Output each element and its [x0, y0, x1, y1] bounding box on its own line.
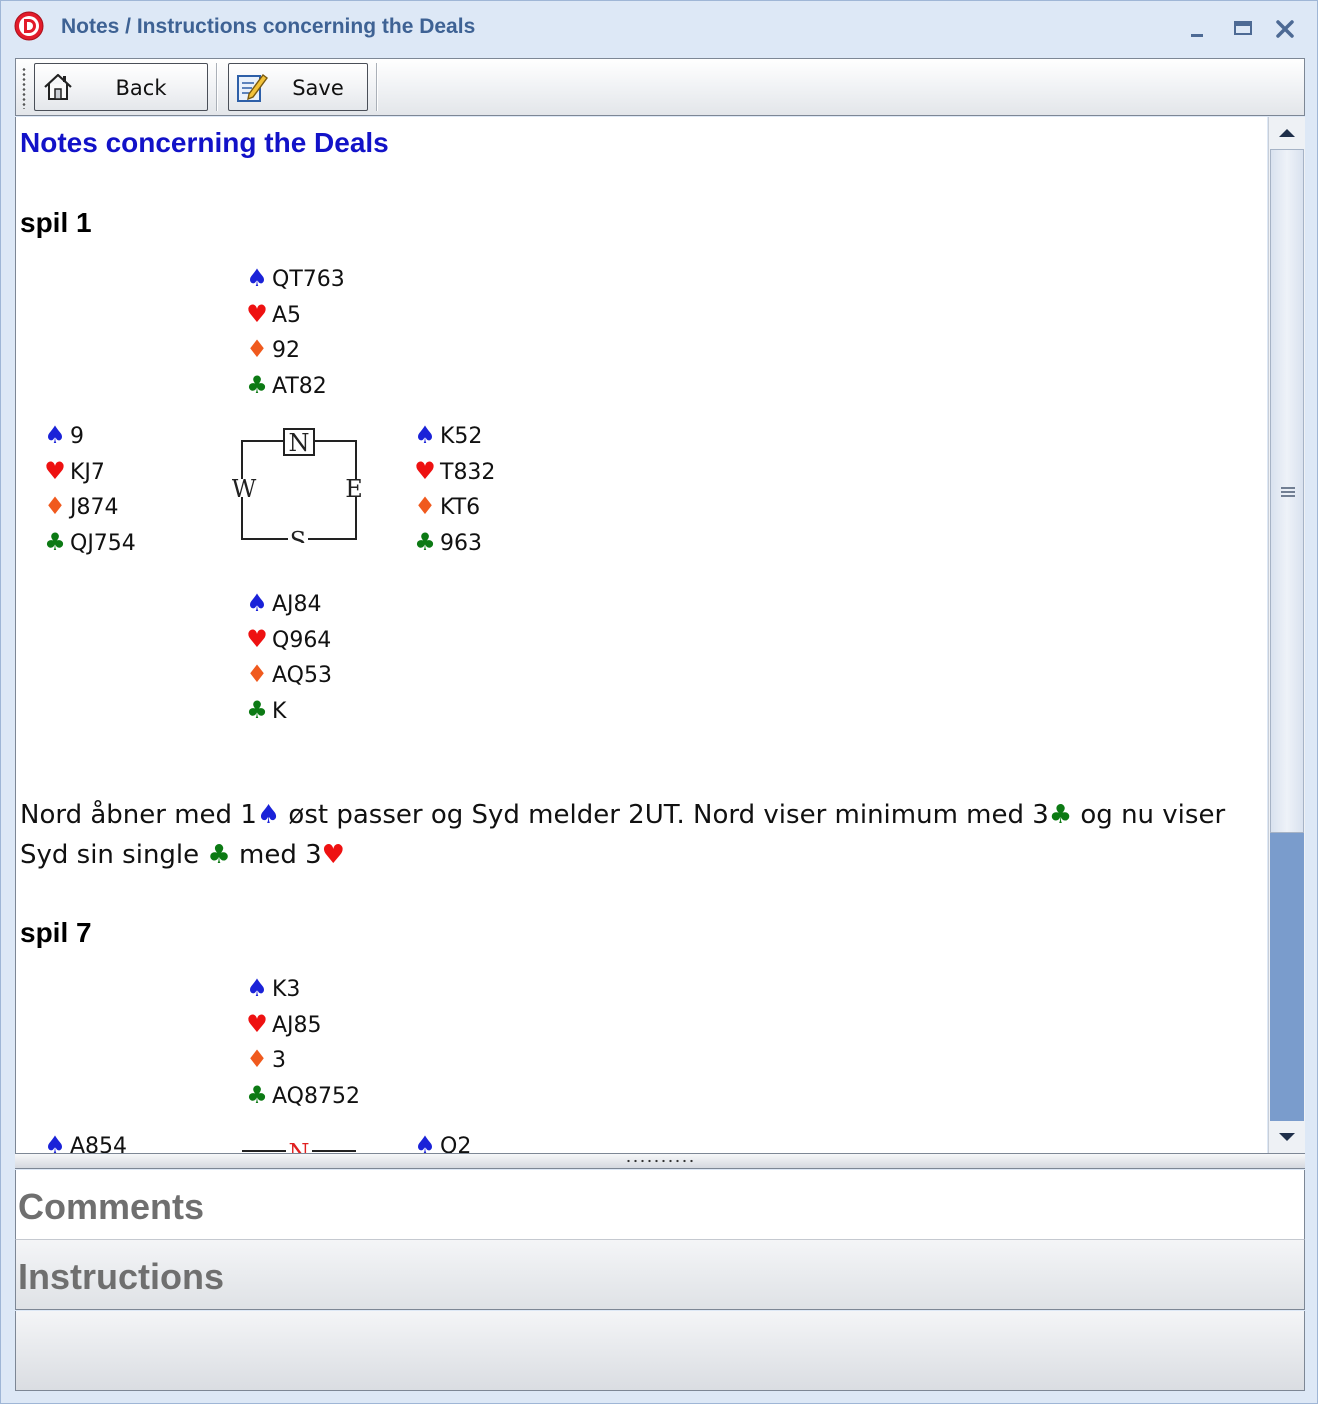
heart-icon: ♥ [246, 624, 268, 653]
north-diamonds: 92 [272, 338, 300, 363]
north-clubs: AT82 [272, 373, 327, 399]
compass-north-label: N [289, 429, 310, 457]
deal-note: Nord åbner med 1♠ øst passer og Syd meld… [20, 795, 1264, 875]
club-icon: ♣ [207, 840, 231, 870]
document-title: Notes concerning the Deals [20, 127, 389, 158]
splitter-grip [625, 1159, 695, 1163]
compass-diagram: N W E S [232, 428, 363, 543]
hand-west: ♠ 9 ♥ KJ7 ♦ J874 ♣ QJ754 [40, 420, 136, 562]
diamond-icon: ♦ [44, 492, 66, 520]
app-window: Notes / Instructions concerning the Deal… [0, 0, 1318, 1404]
hand-east: ♠ Q2 [410, 1130, 471, 1153]
deal-title: spil 1 [20, 207, 92, 238]
spade-icon: ♠ [246, 589, 268, 617]
instructions-panel-header[interactable]: Instructions [15, 1240, 1305, 1310]
compass-east-label: E [345, 475, 363, 503]
north-spades: QT763 [272, 267, 345, 292]
edit-document-icon [237, 74, 268, 102]
diamond-icon: ♦ [414, 492, 436, 520]
diamond-icon: ♦ [246, 335, 268, 363]
north-hearts: A5 [272, 302, 302, 328]
app-logo-icon [14, 11, 44, 41]
comments-panel-header[interactable]: Comments [15, 1170, 1305, 1240]
hand-south: ♠ AJ84 ♥ Q964 ♦ AQ53 ♣ K [242, 588, 332, 730]
south-spades: AJ84 [272, 592, 322, 617]
diamond-icon: ♦ [246, 1045, 268, 1073]
pane-splitter[interactable] [15, 1153, 1305, 1169]
spade-icon: ♠ [44, 421, 66, 449]
club-icon: ♣ [246, 1080, 268, 1109]
north-hearts: AJ85 [272, 1012, 322, 1038]
east-clubs: 963 [440, 530, 482, 556]
scroll-up-button[interactable] [1269, 117, 1305, 149]
east-diamonds: KT6 [440, 495, 481, 520]
minimize-button[interactable] [1183, 15, 1211, 43]
close-button[interactable] [1271, 15, 1299, 43]
heart-icon: ♥ [321, 840, 345, 870]
scroll-down-button[interactable] [1269, 1121, 1305, 1153]
south-hearts: Q964 [272, 627, 332, 653]
club-icon: ♣ [1048, 800, 1073, 830]
south-diamonds: AQ53 [272, 663, 332, 688]
club-icon: ♣ [246, 370, 268, 399]
save-button-label: Save [292, 76, 344, 100]
hand-north: ♠ QT763 ♥ A5 ♦ 92 ♣ AT82 [242, 263, 345, 405]
diamond-icon: ♦ [246, 660, 268, 688]
west-diamonds: J874 [70, 495, 119, 520]
toolbar-separator [216, 63, 218, 111]
hand-east: ♠ K52 ♥ T832 ♦ KT6 ♣ 963 [410, 420, 495, 562]
notes-content-pane[interactable]: Notes concerning the Deals spil 1 ♠ QT763… [15, 117, 1267, 1153]
bottom-panel-area [15, 1311, 1305, 1391]
south-clubs: K [272, 698, 287, 724]
grip-lines-icon [1281, 487, 1295, 497]
west-clubs: QJ754 [70, 530, 136, 556]
compass-diagram: N [242, 1139, 356, 1153]
hand-west: ♠ A854 [40, 1130, 127, 1153]
note-text: Nord åbner med 1 [20, 800, 257, 830]
heart-icon: ♥ [414, 456, 436, 485]
deal-title: spil 7 [20, 917, 92, 948]
heart-icon: ♥ [44, 456, 66, 485]
east-spades: Q2 [440, 1134, 472, 1153]
spade-icon: ♠ [414, 421, 436, 449]
spade-icon: ♠ [246, 974, 268, 1002]
compass-north-label: N [289, 1139, 310, 1153]
hand-north: ♠ K3 ♥ AJ85 ♦ 3 ♣ AQ8752 [242, 973, 360, 1115]
heart-icon: ♥ [246, 299, 268, 328]
note-text: med 3 [230, 840, 322, 870]
scroll-track[interactable] [1270, 149, 1304, 1121]
heart-icon: ♥ [246, 1009, 268, 1038]
club-icon: ♣ [246, 695, 268, 724]
compass-west-label: W [232, 475, 257, 503]
back-button[interactable]: Back [34, 63, 208, 111]
west-spades: A854 [70, 1134, 128, 1153]
north-diamonds: 3 [272, 1048, 286, 1073]
spade-icon: ♠ [256, 800, 281, 830]
toolbar-grip[interactable] [22, 67, 26, 109]
spade-icon: ♠ [246, 264, 268, 292]
spade-icon: ♠ [414, 1131, 436, 1153]
vertical-scrollbar[interactable] [1268, 117, 1305, 1153]
maximize-button[interactable] [1229, 15, 1257, 43]
back-button-label: Back [115, 76, 167, 100]
north-clubs: AQ8752 [272, 1083, 360, 1109]
toolbar: Back Save [15, 58, 1305, 116]
east-hearts: T832 [440, 459, 496, 485]
compass-south-label: S [290, 527, 306, 543]
window-title: Notes / Instructions concerning the Deal… [61, 15, 476, 38]
spade-icon: ♠ [44, 1131, 66, 1153]
save-button[interactable]: Save [228, 63, 368, 111]
club-icon: ♣ [414, 527, 436, 556]
club-icon: ♣ [44, 527, 66, 556]
east-spades: K52 [440, 424, 483, 449]
west-hearts: KJ7 [70, 459, 105, 485]
north-spades: K3 [272, 977, 301, 1002]
home-icon [44, 73, 72, 100]
scroll-thumb[interactable] [1270, 149, 1304, 833]
toolbar-separator [376, 63, 378, 111]
note-text: øst passer og Syd melder 2UT. Nord viser… [280, 800, 1049, 830]
title-bar: Notes / Instructions concerning the Deal… [1, 1, 1317, 57]
west-spades: 9 [70, 424, 84, 449]
